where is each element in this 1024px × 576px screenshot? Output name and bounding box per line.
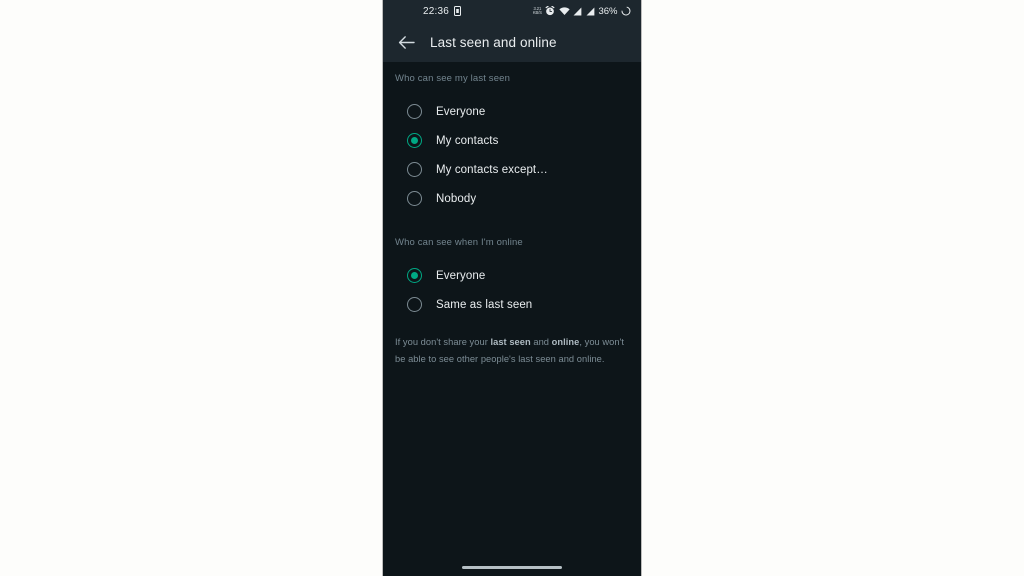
page-title: Last seen and online [430,34,557,50]
option-row-my-contacts-except[interactable]: My contacts except… [383,155,641,184]
home-gesture-bar[interactable] [462,566,562,569]
radio-icon[interactable] [407,191,422,206]
app-bar: Last seen and online [383,22,641,62]
option-row-nobody[interactable]: Nobody [383,184,641,213]
radio-icon-selected[interactable] [407,133,422,148]
footnote-part-2: and [530,337,552,347]
status-bar-left: 22:36 [423,5,462,17]
option-row-same-as-last-seen[interactable]: Same as last seen [383,290,641,319]
section-header-online: Who can see when I'm online [395,237,523,248]
radio-icon[interactable] [407,162,422,177]
footnote-part-1: If you don't share your [395,337,491,347]
option-label: Same as last seen [436,298,533,311]
wifi-icon [559,6,570,16]
radio-icon[interactable] [407,297,422,312]
network-speed-unit: KB/S [532,10,542,15]
status-bar: 22:36 3.21 KB/S 36% [383,0,641,22]
option-row-my-contacts[interactable]: My contacts [383,126,641,155]
network-speed-indicator: 3.21 KB/S [532,6,542,16]
phone-screen: WABETAINFO WABETAINFO WABETAINFO 22:36 3… [383,0,641,576]
settings-content: Who can see my last seen Everyone My con… [383,62,641,576]
footnote-bold-last-seen: last seen [490,337,531,347]
screenshot-canvas: WABETAINFO WABETAINFO WABETAINFO 22:36 3… [0,0,1024,576]
option-row-everyone[interactable]: Everyone [383,97,641,126]
footnote-text: If you don't share your last seen and on… [383,334,641,367]
battery-percent-label: 36% [598,5,618,17]
status-bar-clock: 22:36 [423,5,450,17]
option-label: Nobody [436,192,477,205]
cellular-signal-icon [586,7,595,16]
alarm-clock-icon [545,5,555,16]
footnote-bold-online: online [551,337,580,347]
cellular-signal-icon [573,7,582,16]
back-arrow-icon[interactable] [389,25,423,59]
option-label: Everyone [436,269,486,282]
battery-circle-icon [621,6,631,16]
status-bar-right: 3.21 KB/S 36% [533,6,631,17]
app-notification-icon [454,6,462,16]
section-header-last-seen: Who can see my last seen [395,73,511,84]
option-label: My contacts except… [436,163,548,176]
radio-icon-selected[interactable] [407,268,422,283]
option-label: Everyone [436,105,486,118]
radio-icon[interactable] [407,104,422,119]
option-row-online-everyone[interactable]: Everyone [383,261,641,290]
option-label: My contacts [436,134,499,147]
